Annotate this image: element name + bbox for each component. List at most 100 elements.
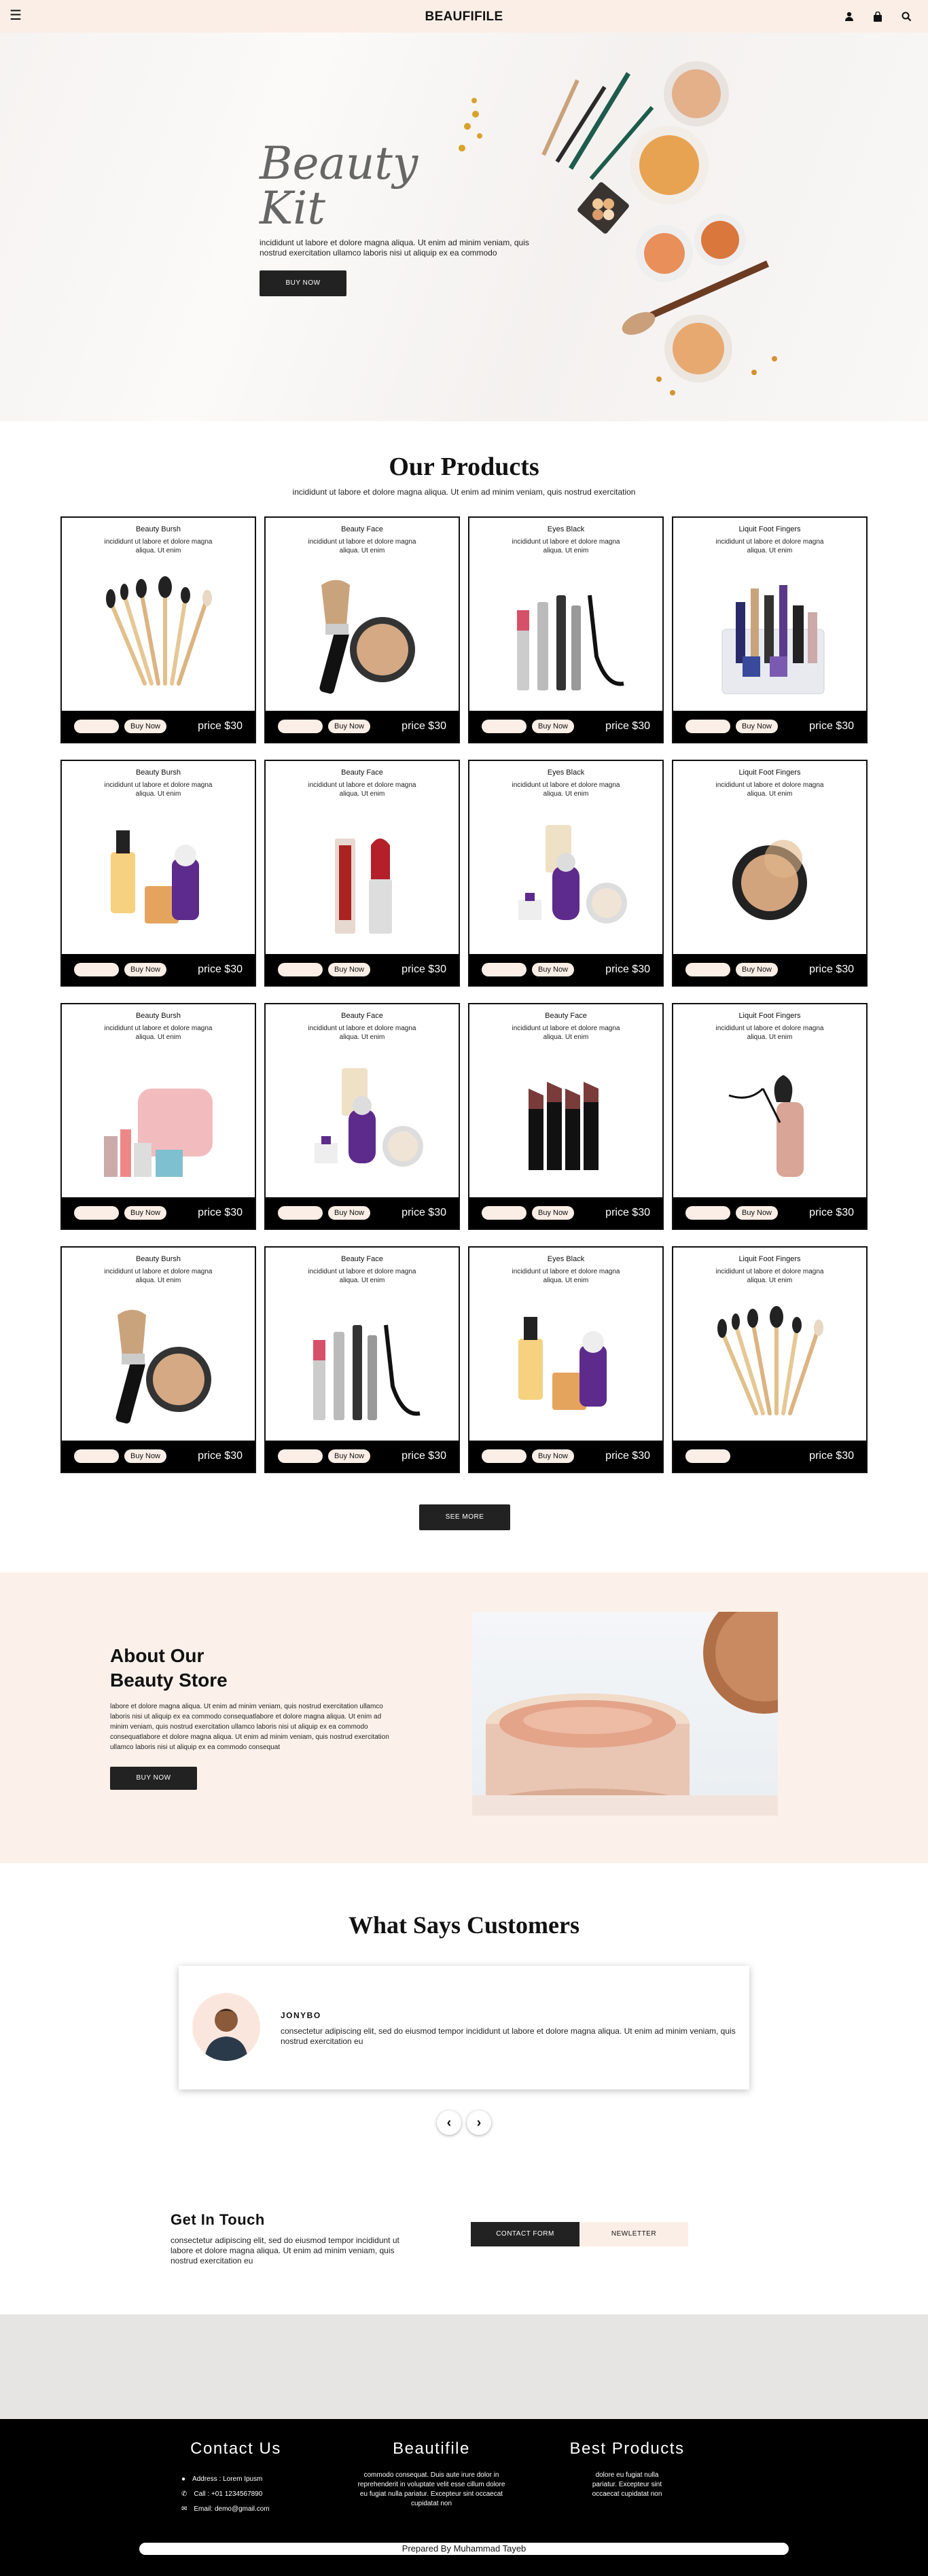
- buy-now-button[interactable]: Buy Now: [736, 963, 778, 976]
- products-heading: Our Products: [389, 453, 539, 481]
- wishlist-pill[interactable]: [685, 963, 730, 976]
- see-more-button[interactable]: SEE MORE: [419, 1504, 510, 1530]
- wishlist-pill[interactable]: [482, 963, 527, 976]
- product-image: [469, 1049, 662, 1196]
- hero-banner: Beauty Kit incididunt ut labore et dolor…: [0, 33, 928, 421]
- touch-text: consectetur adipiscing elit, sed do eius…: [171, 2236, 399, 2265]
- product-card[interactable]: Beauty Face incididunt ut labore et dolor…: [264, 760, 460, 987]
- footer-contact-heading: Contact Us: [190, 2439, 281, 2458]
- product-action-bar: Buy Now price $30: [62, 1197, 255, 1229]
- prev-arrow-button[interactable]: ‹: [437, 2111, 461, 2135]
- product-card[interactable]: Beauty Face incididunt ut labore et dolor…: [468, 1003, 664, 1230]
- location-icon: ●: [181, 2475, 186, 2483]
- product-name: Liquit Foot Fingers: [738, 525, 801, 533]
- wishlist-pill[interactable]: [74, 1449, 119, 1463]
- product-card[interactable]: Beauty Bursh incididunt ut labore et dolo…: [60, 760, 256, 987]
- product-desc: incididunt ut labore et dolore magna ali…: [104, 538, 213, 554]
- wishlist-pill[interactable]: [74, 1206, 119, 1220]
- buy-now-button[interactable]: Buy Now: [328, 720, 370, 733]
- buy-now-button[interactable]: Buy Now: [736, 720, 778, 733]
- wishlist-pill[interactable]: [278, 963, 323, 976]
- customer-quote: consectetur adipiscing elit, sed do eius…: [281, 2026, 736, 2046]
- customers-heading: What Says Customers: [348, 1911, 579, 1939]
- product-price: price $30: [605, 1450, 650, 1462]
- buy-now-button[interactable]: Buy Now: [532, 1449, 574, 1463]
- hero-buy-button[interactable]: BUY NOW: [260, 270, 346, 296]
- product-card[interactable]: Beauty Bursh incididunt ut labore et dolo…: [60, 1003, 256, 1230]
- about-section: About Our Beauty Store labore et dolore …: [0, 1572, 928, 1863]
- product-card[interactable]: Beauty Face incididunt ut labore et dolor…: [264, 1003, 460, 1230]
- wishlist-pill[interactable]: [278, 720, 323, 733]
- product-card[interactable]: Liquit Foot Fingers incididunt ut labore …: [672, 1003, 868, 1230]
- wishlist-pill[interactable]: [482, 1206, 527, 1220]
- wishlist-pill[interactable]: [278, 1449, 323, 1463]
- product-card[interactable]: Beauty Bursh incididunt ut labore et dolo…: [60, 1246, 256, 1473]
- buy-now-button[interactable]: Buy Now: [124, 720, 166, 733]
- tab-newsletter[interactable]: NEWLETTER: [579, 2222, 688, 2246]
- next-arrow-button[interactable]: ›: [467, 2111, 491, 2135]
- wishlist-pill[interactable]: [482, 720, 527, 733]
- footer-best-heading: Best Products: [569, 2439, 685, 2458]
- buy-now-button[interactable]: Buy Now: [124, 1449, 166, 1463]
- buy-now-button[interactable]: Buy Now: [532, 1206, 574, 1220]
- site-logo[interactable]: BEAUFIFILE: [0, 10, 928, 24]
- wishlist-pill[interactable]: [685, 1206, 730, 1220]
- product-action-bar: Buy Now price $30: [266, 711, 459, 742]
- product-card[interactable]: Eyes Black incididunt ut labore et dolore…: [468, 1246, 664, 1473]
- customers-section: What Says Customers JONYBO consectetur a…: [0, 1911, 928, 2135]
- product-price: price $30: [605, 720, 650, 732]
- wishlist-pill[interactable]: [685, 1449, 730, 1463]
- footer-call[interactable]: Call : +01 1234567890: [194, 2487, 262, 2502]
- wishlist-pill[interactable]: [74, 720, 119, 733]
- search-icon[interactable]: [898, 8, 914, 24]
- buy-now-button[interactable]: Buy Now: [328, 963, 370, 976]
- product-name: Liquit Foot Fingers: [738, 1012, 801, 1020]
- about-image: [472, 1612, 778, 1816]
- product-desc: incididunt ut labore et dolore magna ali…: [512, 538, 620, 554]
- footer-email[interactable]: Email: demo@gmail.com: [194, 2502, 269, 2517]
- product-card[interactable]: Beauty Bursh incididunt ut labore et dolo…: [60, 516, 256, 743]
- product-desc: incididunt ut labore et dolore magna ali…: [715, 781, 824, 798]
- product-card[interactable]: Liquit Foot Fingers incididunt ut labore …: [672, 1246, 868, 1473]
- footer-brand-heading: Beautifile: [393, 2439, 470, 2458]
- product-desc: incididunt ut labore et dolore magna ali…: [715, 1268, 824, 1284]
- buy-now-button[interactable]: Buy Now: [736, 1206, 778, 1220]
- product-card[interactable]: Eyes Black incididunt ut labore et dolore…: [468, 760, 664, 987]
- buy-now-button[interactable]: Buy Now: [328, 1449, 370, 1463]
- product-price: price $30: [605, 964, 650, 975]
- product-action-bar: Buy Now price $30: [469, 711, 662, 742]
- product-card[interactable]: Liquit Foot Fingers incididunt ut labore …: [672, 516, 868, 743]
- product-price: price $30: [401, 1207, 446, 1218]
- buy-now-button[interactable]: Buy Now: [124, 1206, 166, 1220]
- wishlist-pill[interactable]: [685, 720, 730, 733]
- product-image: [62, 1292, 255, 1439]
- site-header: ☰ BEAUFIFILE: [0, 0, 928, 33]
- about-text: labore et dolore magna aliqua. Ut enim a…: [110, 1703, 389, 1751]
- product-price: price $30: [401, 964, 446, 975]
- wishlist-pill[interactable]: [278, 1206, 323, 1220]
- buy-now-button[interactable]: Buy Now: [532, 720, 574, 733]
- product-card[interactable]: Beauty Face incididunt ut labore et dolor…: [264, 1246, 460, 1473]
- product-image: [469, 563, 662, 709]
- bag-icon[interactable]: [870, 8, 886, 24]
- buy-now-button[interactable]: Buy Now: [124, 963, 166, 976]
- product-desc: incididunt ut labore et dolore magna ali…: [104, 781, 213, 798]
- product-card[interactable]: Eyes Black incididunt ut labore et dolore…: [468, 516, 664, 743]
- user-icon[interactable]: [841, 8, 857, 24]
- buy-now-button[interactable]: Buy Now: [328, 1206, 370, 1220]
- about-buy-button[interactable]: BUY NOW: [110, 1767, 197, 1790]
- wishlist-pill[interactable]: [74, 963, 119, 976]
- product-desc: incididunt ut labore et dolore magna ali…: [308, 1268, 416, 1284]
- product-image: [673, 1049, 866, 1196]
- tab-contact-form[interactable]: CONTACT FORM: [471, 2222, 579, 2246]
- touch-heading: Get In Touch: [171, 2211, 265, 2228]
- product-desc: incididunt ut labore et dolore magna ali…: [512, 1025, 620, 1041]
- product-card[interactable]: Beauty Face incididunt ut labore et dolor…: [264, 516, 460, 743]
- product-name: Liquit Foot Fingers: [738, 769, 801, 777]
- product-name: Beauty Face: [341, 1255, 383, 1263]
- wishlist-pill[interactable]: [482, 1449, 527, 1463]
- customer-name: JONYBO: [281, 2011, 321, 2020]
- product-card[interactable]: Liquit Foot Fingers incididunt ut labore …: [672, 760, 868, 987]
- buy-now-button[interactable]: Buy Now: [532, 963, 574, 976]
- product-image: [266, 1292, 459, 1439]
